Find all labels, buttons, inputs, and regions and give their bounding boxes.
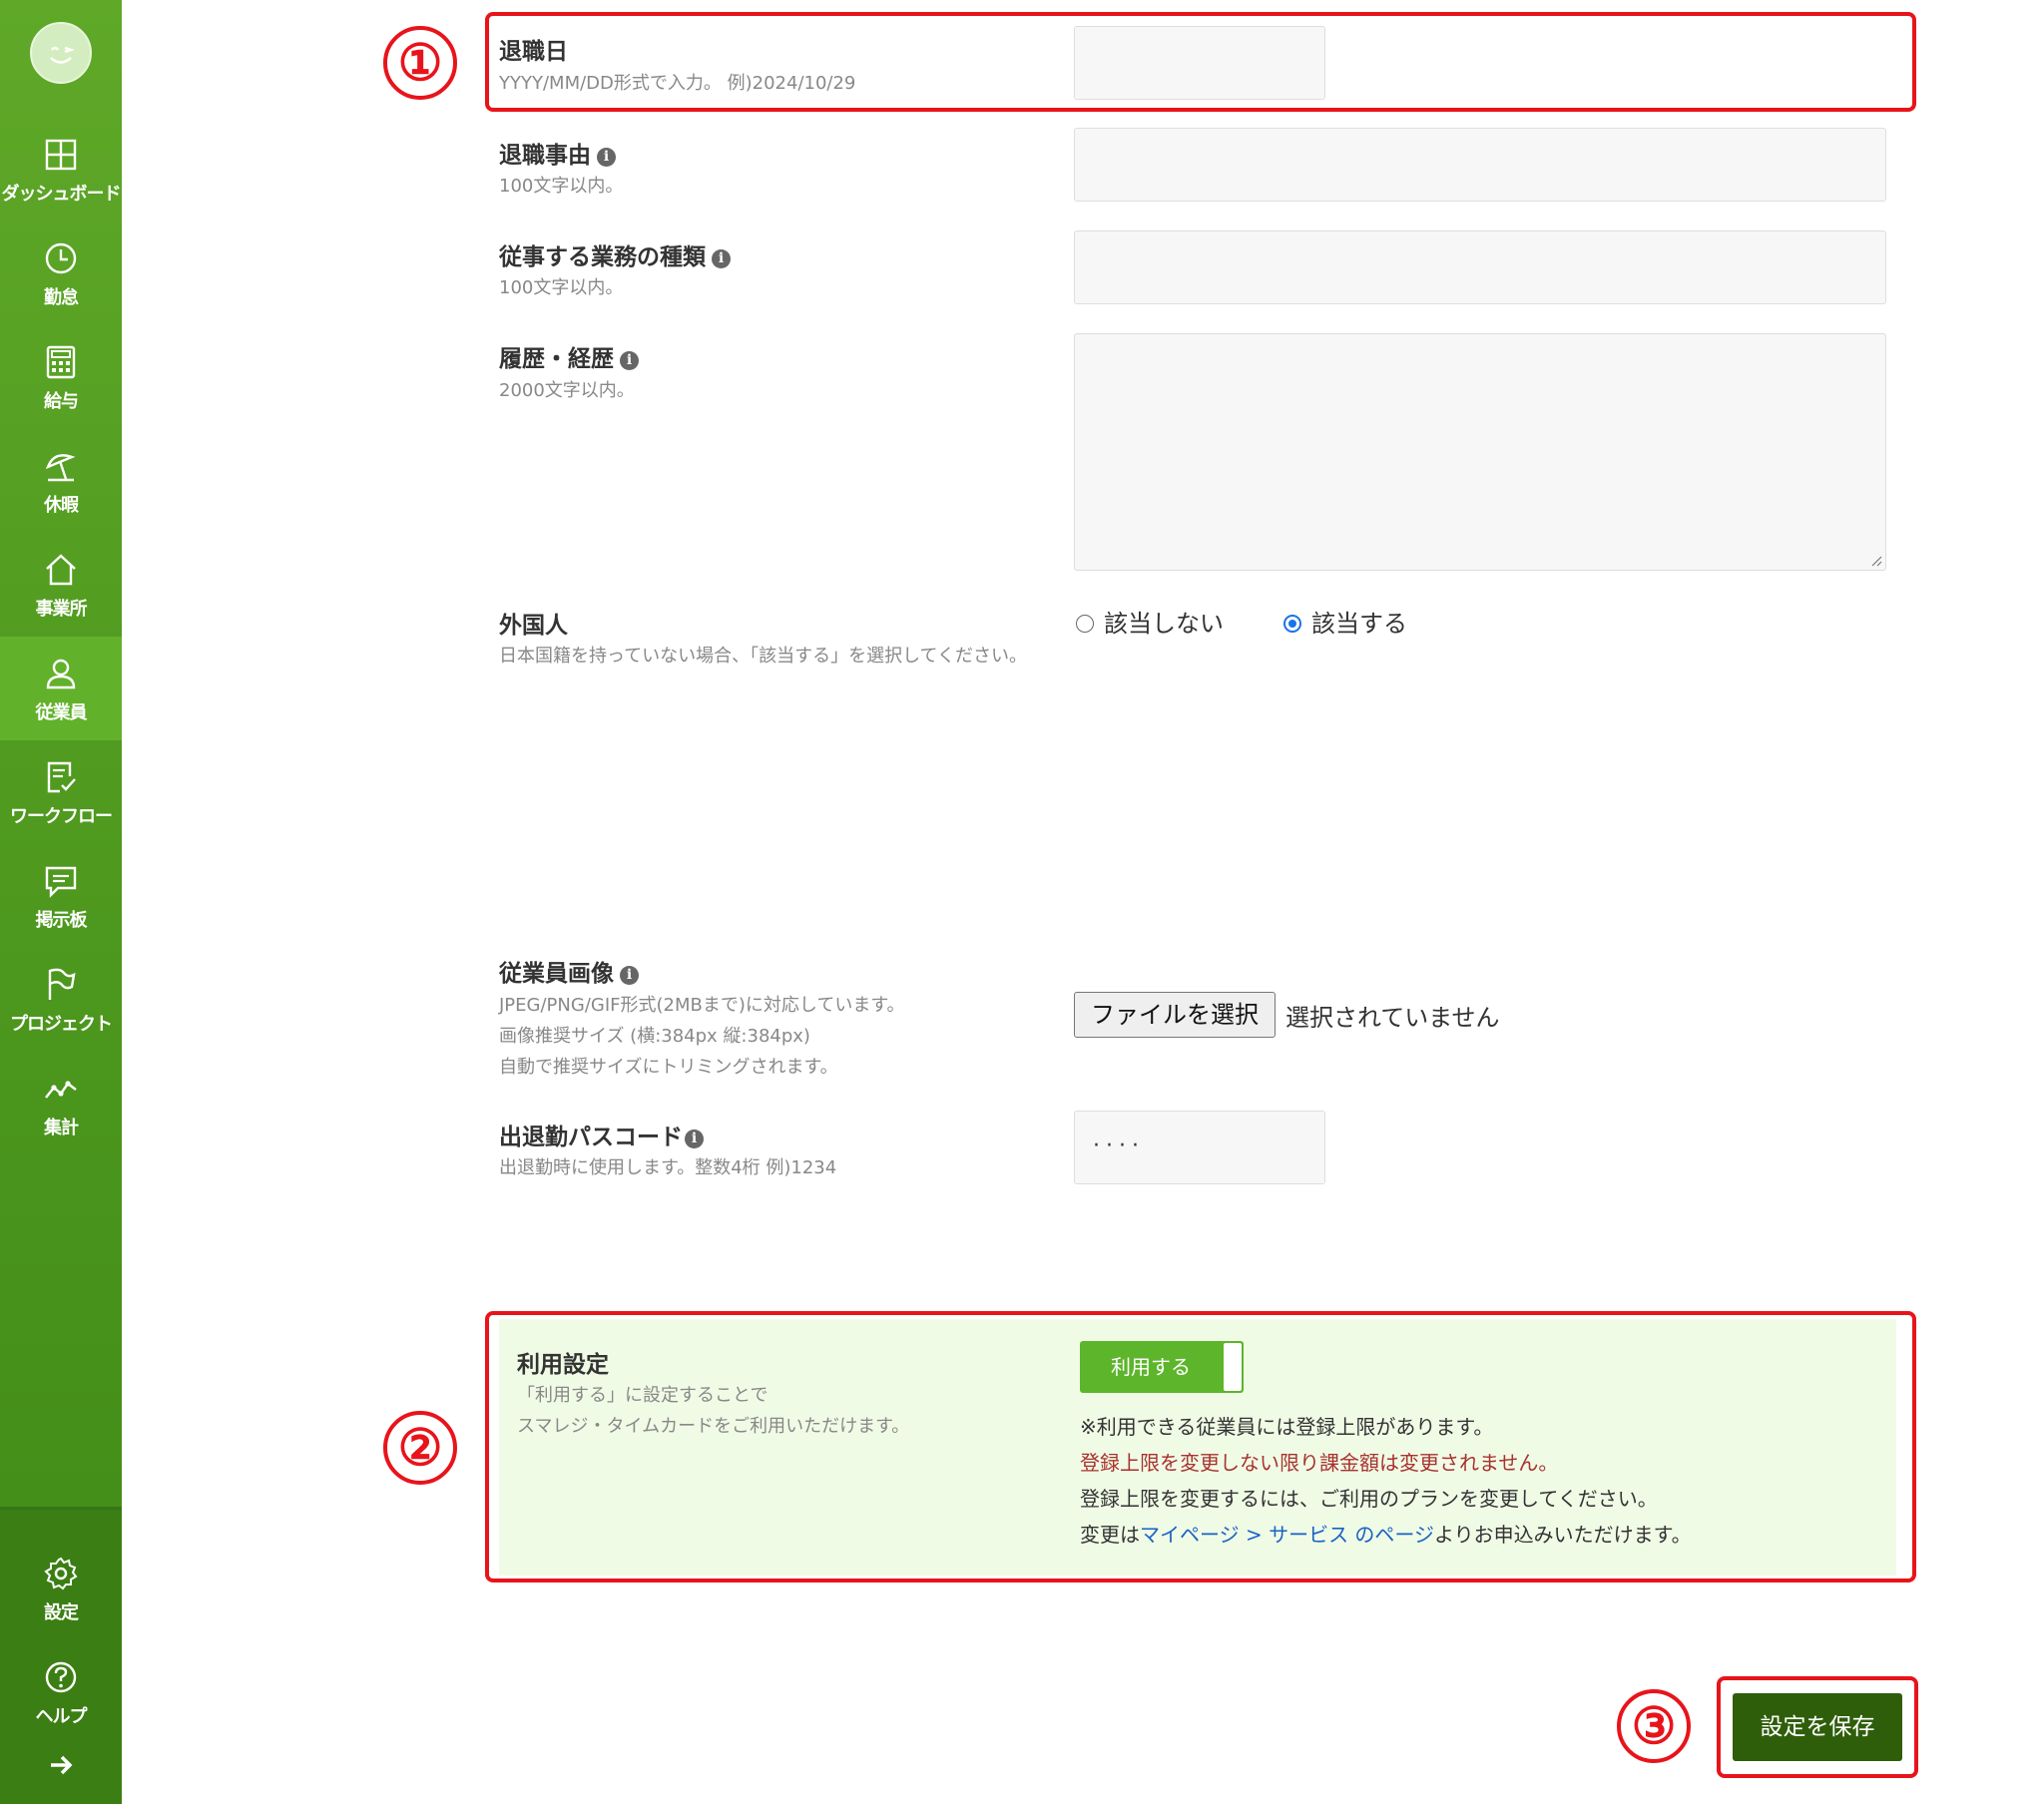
job-type-hint: 100文字以内。 (499, 277, 624, 298)
retire-reason-hint: 100文字以内。 (499, 176, 624, 197)
nav-item-office[interactable]: 事業所 (0, 533, 122, 637)
home-icon (46, 554, 76, 586)
nav-item-attendance[interactable]: 勤怠 (0, 222, 122, 325)
nav-label: プロジェクト (10, 1014, 113, 1035)
radio-unchecked[interactable] (1076, 615, 1094, 633)
resize-grip-icon[interactable] (1870, 555, 1882, 567)
radio-label: 該当する (1311, 610, 1407, 638)
info-icon[interactable]: i (620, 351, 639, 370)
job-type-label-text: 従事する業務の種類 (499, 244, 706, 270)
nav-item-settings[interactable]: 設定 (0, 1537, 122, 1640)
dashboard-icon (45, 139, 77, 171)
retire-reason-input[interactable] (1074, 128, 1886, 202)
smile-face-icon (50, 46, 75, 64)
info-icon[interactable]: i (685, 1129, 704, 1148)
job-type-label: 従事する業務の種類 i (499, 237, 731, 271)
nav-item-leave[interactable]: 休暇 (0, 429, 122, 533)
checklist-icon (47, 761, 76, 793)
info-icon[interactable]: i (712, 249, 731, 268)
retire-reason-label: 退職事由 i (499, 136, 616, 170)
photo-hint-1: JPEG/PNG/GIF形式(2MBまで)に対応しています。 (499, 995, 905, 1016)
nav-label: 従業員 (35, 702, 88, 723)
gear-icon (44, 1557, 78, 1590)
nav-label: 掲示板 (35, 910, 88, 931)
photo-label-text: 従業員画像 (499, 961, 614, 987)
nav-item-help[interactable]: ヘルプ (0, 1640, 122, 1744)
nav-item-aggregate[interactable]: 集計 (0, 1052, 122, 1155)
nav-item-bulletin[interactable]: 掲示板 (0, 844, 122, 948)
photo-hint-2: 画像推奨サイズ (横:384px 縦:384px) (499, 1026, 810, 1047)
annotation-frame-3 (1717, 1676, 1918, 1778)
calculator-icon (46, 345, 76, 379)
nav-label: ダッシュボード (1, 184, 122, 205)
foreigner-hint: 日本国籍を持っていない場合、「該当する」を選択してください。 (499, 646, 1028, 667)
annotation-badge-3: ③ (1617, 1689, 1691, 1763)
nav-item-workflow[interactable]: ワークフロー (0, 740, 122, 844)
nav-label: 勤怠 (44, 287, 79, 308)
file-select-button[interactable]: ファイルを選択 (1074, 992, 1276, 1038)
nav-item-project[interactable]: プロジェクト (0, 948, 122, 1052)
job-type-input[interactable] (1074, 230, 1886, 304)
nav-item-employees[interactable]: 従業員 (0, 637, 122, 740)
annotation-badge-2: ② (383, 1411, 457, 1485)
nav-label: 集計 (44, 1118, 79, 1138)
passcode-input[interactable]: ···· (1074, 1111, 1325, 1184)
beach-umbrella-icon (45, 454, 76, 482)
sidebar: ダッシュボード 勤怠 給与 休暇 事業所 従業員 ワークフロー 掲示板 プロジェ… (0, 0, 122, 1804)
annotation-badge-1: ① (383, 26, 457, 100)
nav-label: 設定 (44, 1602, 79, 1623)
nav-label: ヘルプ (35, 1706, 88, 1727)
foreigner-radio-yes[interactable]: 該当する (1283, 604, 1407, 639)
info-icon[interactable]: i (597, 148, 616, 167)
avatar[interactable] (30, 22, 92, 84)
passcode-label-text: 出退勤パスコード (499, 1125, 683, 1150)
nav-item-dashboard[interactable]: ダッシュボード (0, 118, 122, 222)
line-chart-icon (45, 1081, 77, 1099)
annotation-frame-1 (485, 12, 1916, 112)
file-status: 選択されていません (1285, 1004, 1500, 1032)
clock-icon (45, 242, 77, 274)
retire-reason-label-text: 退職事由 (499, 143, 591, 169)
nav-label: ワークフロー (10, 806, 113, 827)
nav-label: 給与 (44, 391, 79, 412)
photo-label: 従業員画像 i (499, 954, 639, 988)
nav-label: 休暇 (44, 495, 79, 516)
foreigner-label: 外国人 (499, 613, 568, 639)
radio-checked[interactable] (1283, 615, 1301, 633)
career-label: 履歴・経歴 i (499, 339, 639, 373)
career-hint: 2000文字以内。 (499, 380, 635, 401)
nav-label: 事業所 (35, 599, 88, 620)
career-textarea[interactable] (1074, 333, 1886, 571)
user-icon (46, 659, 76, 689)
radio-label: 該当しない (1104, 610, 1224, 638)
arrow-right-icon[interactable] (48, 1752, 74, 1778)
flag-icon (48, 968, 76, 1000)
passcode-label: 出退勤パスコード i (499, 1118, 704, 1151)
photo-hint-3: 自動で推奨サイズにトリミングされます。 (499, 1057, 838, 1078)
annotation-frame-2 (485, 1311, 1916, 1582)
info-icon[interactable]: i (620, 966, 639, 985)
passcode-hint: 出退勤時に使用します。整数4桁 例)1234 (499, 1157, 837, 1178)
question-icon (45, 1661, 77, 1693)
nav-item-payroll[interactable]: 給与 (0, 325, 122, 429)
foreigner-radio-no[interactable]: 該当しない (1076, 604, 1224, 639)
message-icon (45, 866, 77, 898)
career-label-text: 履歴・経歴 (499, 346, 614, 372)
